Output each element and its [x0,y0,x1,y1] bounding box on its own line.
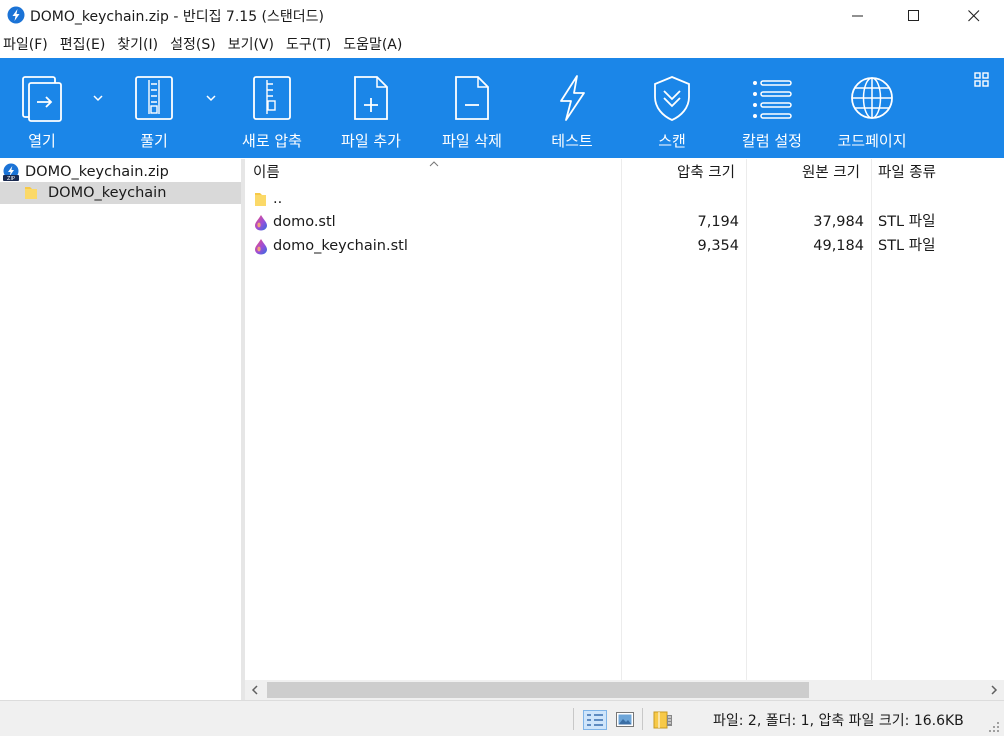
test-button[interactable]: 테스트 [528,58,616,158]
column-header-name[interactable]: 이름 [253,159,280,187]
scrollbar-thumb[interactable] [267,682,809,698]
tree-item-archive[interactable]: ZIP DOMO_keychain.zip [2,161,169,183]
archive-info-icon[interactable] [653,711,673,729]
scan-label: 스캔 [658,132,686,150]
delete-file-icon [455,76,489,120]
new-archive-button[interactable]: 새로 압축 [228,58,316,158]
menu-settings[interactable]: 설정(S) [166,33,220,57]
file-name: .. [273,191,283,207]
add-file-icon [354,76,388,120]
tree-item-folder[interactable]: DOMO_keychain [0,182,241,204]
status-bar: 파일: 2, 폴더: 1, 압축 파일 크기: 16.6KB [0,700,1004,736]
open-archive-icon [22,76,62,122]
column-header-file-type[interactable]: 파일 종류 [878,159,936,187]
chevron-left-icon [251,685,258,695]
file-row[interactable]: domo_keychain.stl 9,354 49,184 STL 파일 [245,234,1004,258]
packed-size: 9,354 [697,238,739,254]
file-type: STL 파일 [878,238,936,254]
new-archive-label: 새로 압축 [242,132,302,150]
columns-button[interactable]: 칼럼 설정 [728,58,816,158]
extract-label: 풀기 [140,132,168,150]
shield-icon [654,76,690,121]
thumbnail-view-icon[interactable] [616,712,634,727]
menu-tools[interactable]: 도구(T) [282,33,335,57]
file-row[interactable]: domo.stl 7,194 37,984 STL 파일 [245,210,1004,234]
toolbar: 열기 풀기 새로 압축 파일 추가 파일 삭제 테스트 스캔 칼럼 설정 코드페… [0,58,1004,158]
stl-file-drop-icon [255,215,267,231]
open-dropdown-chevron-icon[interactable] [91,92,105,104]
close-icon [968,9,980,21]
lightning-bolt-icon [560,75,585,121]
bandizip-window: DOMO_keychain.zip - 반디집 7.15 (스탠더드) 파일(F… [0,0,1004,736]
status-divider [573,708,574,730]
packed-size: 7,194 [697,214,739,230]
menu-edit[interactable]: 편집(E) [56,33,110,57]
status-summary: 파일: 2, 폴더: 1, 압축 파일 크기: 16.6KB [713,713,964,729]
close-button[interactable] [951,0,997,31]
tree-root-label: DOMO_keychain.zip [25,164,169,180]
folder-icon [255,193,266,206]
extract-zipper-icon [135,76,173,120]
menu-help[interactable]: 도움말(A) [339,33,406,57]
add-file-label: 파일 추가 [341,132,401,150]
new-archive-icon [253,76,291,120]
column-header-packed-size[interactable]: 압축 크기 [677,159,735,187]
title-bar: DOMO_keychain.zip - 반디집 7.15 (스탠더드) [0,0,1004,31]
file-name: domo_keychain.stl [273,238,408,254]
file-type: STL 파일 [878,214,936,230]
stl-file-drop-icon [255,239,267,255]
menu-find[interactable]: 찾기(I) [113,33,162,57]
original-size: 49,184 [813,238,864,254]
menu-bar: 파일(F) 편집(E) 찾기(I) 설정(S) 보기(V) 도구(T) 도움말(… [0,33,410,57]
minimize-icon [852,15,863,16]
details-view-icon[interactable] [583,710,607,730]
extract-dropdown-chevron-icon[interactable] [204,92,218,104]
resize-grip-icon[interactable] [988,721,1000,733]
test-label: 테스트 [551,132,593,150]
zip-archive-icon: ZIP [3,163,19,181]
window-title: DOMO_keychain.zip - 반디집 7.15 (스탠더드) [30,9,325,25]
globe-icon [851,77,893,119]
scroll-right-button[interactable] [984,680,1004,700]
original-size: 37,984 [813,214,864,230]
columns-label: 칼럼 설정 [742,132,802,150]
column-list-icon [753,80,792,119]
svg-text:ZIP: ZIP [7,176,15,181]
extract-button[interactable]: 풀기 [111,58,197,158]
menu-file[interactable]: 파일(F) [0,33,52,57]
scan-button[interactable]: 스캔 [626,58,718,158]
open-label: 열기 [28,132,56,150]
folder-tree: ZIP DOMO_keychain.zip DOMO_keychain [0,159,241,700]
delete-file-button[interactable]: 파일 삭제 [426,58,518,158]
scroll-left-button[interactable] [245,680,265,700]
delete-file-label: 파일 삭제 [442,132,502,150]
bandizip-logo-icon [7,6,25,24]
folder-icon [25,187,37,199]
horizontal-scrollbar[interactable] [245,680,1004,700]
sort-ascending-icon [429,161,439,167]
file-list: 이름 압축 크기 원본 크기 파일 종류 .. domo.stl 7,194 3… [245,159,1004,680]
codepage-label: 코드페이지 [837,132,907,150]
view-grid-icon[interactable] [974,72,990,88]
open-button[interactable]: 열기 [0,58,84,158]
menu-view[interactable]: 보기(V) [224,33,278,57]
minimize-button[interactable] [835,0,881,31]
file-row-parent[interactable]: .. [245,187,1004,211]
status-divider [642,708,643,730]
chevron-right-icon [991,685,998,695]
tree-child-label: DOMO_keychain [48,185,167,201]
column-header-original-size[interactable]: 원본 크기 [802,159,860,187]
codepage-button[interactable]: 코드페이지 [826,58,918,158]
add-file-button[interactable]: 파일 추가 [326,58,416,158]
maximize-icon [908,9,919,21]
file-name: domo.stl [273,214,336,230]
maximize-button[interactable] [891,0,937,31]
